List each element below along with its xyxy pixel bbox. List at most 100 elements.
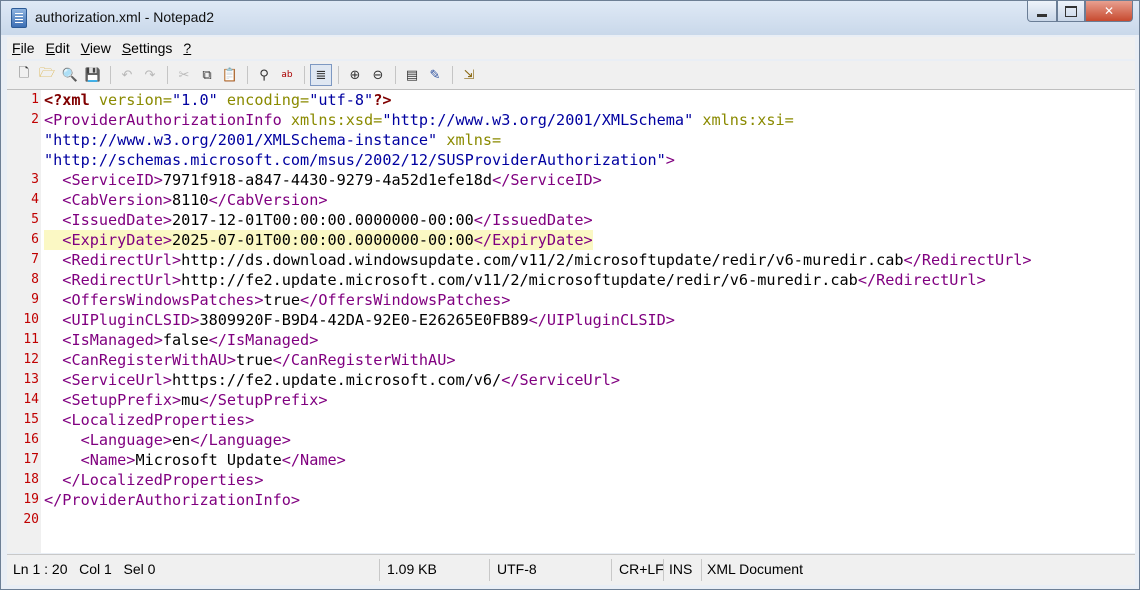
code-token-val: 7971f918-a847-4430-9279-4a52d1efe18d	[162, 171, 493, 189]
menu-settings[interactable]: Settings	[117, 40, 178, 56]
zoom-out-icon[interactable]: ⊖	[367, 64, 389, 86]
paste-icon[interactable]: 📋	[219, 64, 241, 86]
save-icon[interactable]: 💾	[82, 64, 104, 86]
code-token-tag: </ServiceID>	[492, 171, 602, 189]
code-token-val	[44, 191, 62, 209]
code-line[interactable]: 3 <ServiceID>7971f918-a847-4430-9279-4a5…	[7, 170, 1135, 190]
undo-icon[interactable]: ↶	[116, 64, 138, 86]
code-token-tag: <Language>	[80, 431, 173, 449]
code-text: </ProviderAuthorizationInfo>	[44, 490, 300, 510]
code-token-tag: </ServiceUrl>	[501, 371, 621, 389]
status-insert-mode[interactable]: INS	[669, 561, 692, 577]
code-line[interactable]: 9 <OffersWindowsPatches>true</OffersWind…	[7, 290, 1135, 310]
new-file-icon[interactable]: 🗋	[13, 64, 35, 86]
code-line[interactable]: 18 </LocalizedProperties>	[7, 470, 1135, 490]
menu-settings-label: ettings	[131, 40, 173, 56]
code-token-tag: </RedirectUrl>	[903, 251, 1032, 269]
line-number: 14	[23, 392, 39, 407]
code-token-tag: <IsManaged>	[62, 331, 163, 349]
code-token-val	[44, 231, 62, 249]
code-line[interactable]: 1 <?xml version="1.0" encoding="utf-8"?>	[7, 90, 1135, 110]
code-text: <IssuedDate>2017-12-01T00:00:00.0000000-…	[44, 210, 592, 230]
menu-view-label: iew	[89, 40, 111, 56]
line-number: 12	[23, 352, 39, 367]
code-text: <CabVersion>8110</CabVersion>	[44, 190, 327, 210]
open-file-icon[interactable]: 🗁	[36, 64, 58, 86]
status-divider	[701, 559, 702, 581]
code-line[interactable]: 11 <IsManaged>false</IsManaged>	[7, 330, 1135, 350]
close-button[interactable]: ✕	[1085, 1, 1133, 22]
code-line[interactable]: 13 <ServiceUrl>https://fe2.update.micros…	[7, 370, 1135, 390]
code-line[interactable]: 10 <UIPluginCLSID>3809920F-B9D4-42DA-92E…	[7, 310, 1135, 330]
code-token-val	[44, 471, 62, 489]
status-lexer[interactable]: XML Document	[707, 561, 803, 577]
code-token-val	[44, 391, 62, 409]
menu-help[interactable]: ?	[178, 40, 196, 56]
status-encoding[interactable]: UTF-8	[497, 561, 537, 577]
code-token-tag: </CanRegisterWithAU>	[272, 351, 456, 369]
line-number: 15	[23, 412, 39, 427]
line-number: 2	[31, 112, 39, 127]
line-number: 19	[23, 492, 39, 507]
menu-edit-mnemonic: E	[45, 40, 55, 56]
window-controls: ✕	[1027, 1, 1133, 22]
zoom-in-icon[interactable]: ⊕	[344, 64, 366, 86]
code-token-tag: <RedirectUrl>	[62, 251, 182, 269]
code-token-tag: <CabVersion>	[62, 191, 173, 209]
line-number: 1	[31, 92, 39, 107]
editor-area[interactable]: 1 <?xml version="1.0" encoding="utf-8"?> 2…	[7, 89, 1135, 553]
find-icon[interactable]: ⚲	[253, 64, 275, 86]
line-number: 6	[31, 232, 39, 247]
code-line[interactable]: 5 <IssuedDate>2017-12-01T00:00:00.000000…	[7, 210, 1135, 230]
code-token-val	[44, 331, 62, 349]
menu-file[interactable]: File	[7, 40, 40, 56]
maximize-button[interactable]	[1057, 1, 1085, 22]
code-line[interactable]: 19 </ProviderAuthorizationInfo>	[7, 490, 1135, 510]
line-number: 7	[31, 252, 39, 267]
menu-view[interactable]: View	[76, 40, 116, 56]
code-text: <RedirectUrl>http://ds.download.windowsu…	[44, 250, 1032, 270]
scheme-icon[interactable]: ▤	[401, 64, 423, 86]
code-text: <IsManaged>false</IsManaged>	[44, 330, 318, 350]
code-line[interactable]: 2 <ProviderAuthorizationInfo xmlns:xsd="h…	[7, 110, 1135, 130]
code-line[interactable]: 16 <Language>en</Language>	[7, 430, 1135, 450]
code-line[interactable]: 7 <RedirectUrl>http://ds.download.window…	[7, 250, 1135, 270]
code-line[interactable]: 4 <CabVersion>8110</CabVersion>	[7, 190, 1135, 210]
code-line[interactable]: 14 <SetupPrefix>mu</SetupPrefix>	[7, 390, 1135, 410]
minimize-button[interactable]	[1027, 1, 1057, 22]
notepad-app-icon[interactable]	[11, 8, 27, 28]
copy-icon[interactable]: ⧉	[196, 64, 218, 86]
replace-icon[interactable]: ab	[276, 64, 298, 86]
code-token-tag: </Language>	[190, 431, 291, 449]
code-line[interactable]: 17 <Name>Microsoft Update</Name>	[7, 450, 1135, 470]
cut-icon[interactable]: ✂	[173, 64, 195, 86]
title-bar[interactable]: authorization.xml - Notepad2 ✕	[1, 1, 1139, 35]
code-line[interactable]: 20	[7, 510, 1135, 530]
code-token-attr: xmlns:xsi=	[693, 111, 794, 129]
code-token-tag: <LocalizedProperties>	[62, 411, 255, 429]
exit-icon[interactable]: ⇲	[458, 64, 480, 86]
code-token-aval: "http://www.w3.org/2001/XMLSchema-instan…	[44, 131, 438, 149]
browse-icon[interactable]: 🔍	[59, 64, 81, 86]
word-wrap-icon[interactable]: ≣	[310, 64, 332, 86]
code-line[interactable]: 8 <RedirectUrl>http://fe2.update.microso…	[7, 270, 1135, 290]
menu-file-label: ile	[20, 40, 35, 56]
redo-icon[interactable]: ↷	[139, 64, 161, 86]
code-line[interactable]: "http://schemas.microsoft.com/msus/2002/…	[7, 150, 1135, 170]
code-text: <UIPluginCLSID>3809920F-B9D4-42DA-92E0-E…	[44, 310, 675, 330]
code-line[interactable]: "http://www.w3.org/2001/XMLSchema-instan…	[7, 130, 1135, 150]
code-token-val: mu	[181, 391, 200, 409]
code-token-aval: "1.0"	[172, 91, 218, 109]
code-line[interactable]: 15 <LocalizedProperties>	[7, 410, 1135, 430]
line-number: 9	[31, 292, 39, 307]
code-token-aval: "utf-8"	[309, 91, 374, 109]
code-token-tag: <OffersWindowsPatches>	[62, 291, 264, 309]
code-line[interactable]: 12 <CanRegisterWithAU>true</CanRegisterW…	[7, 350, 1135, 370]
customize-schemes-icon[interactable]: ✎	[424, 64, 446, 86]
menu-edit[interactable]: Edit	[41, 40, 75, 56]
code-token-val	[44, 211, 62, 229]
code-line[interactable]: 6 <ExpiryDate>2025-07-01T00:00:00.000000…	[7, 230, 1135, 250]
code-text: <CanRegisterWithAU>true</CanRegisterWith…	[44, 350, 455, 370]
code-token-val: true	[263, 291, 301, 309]
status-eol[interactable]: CR+LF	[619, 561, 664, 577]
